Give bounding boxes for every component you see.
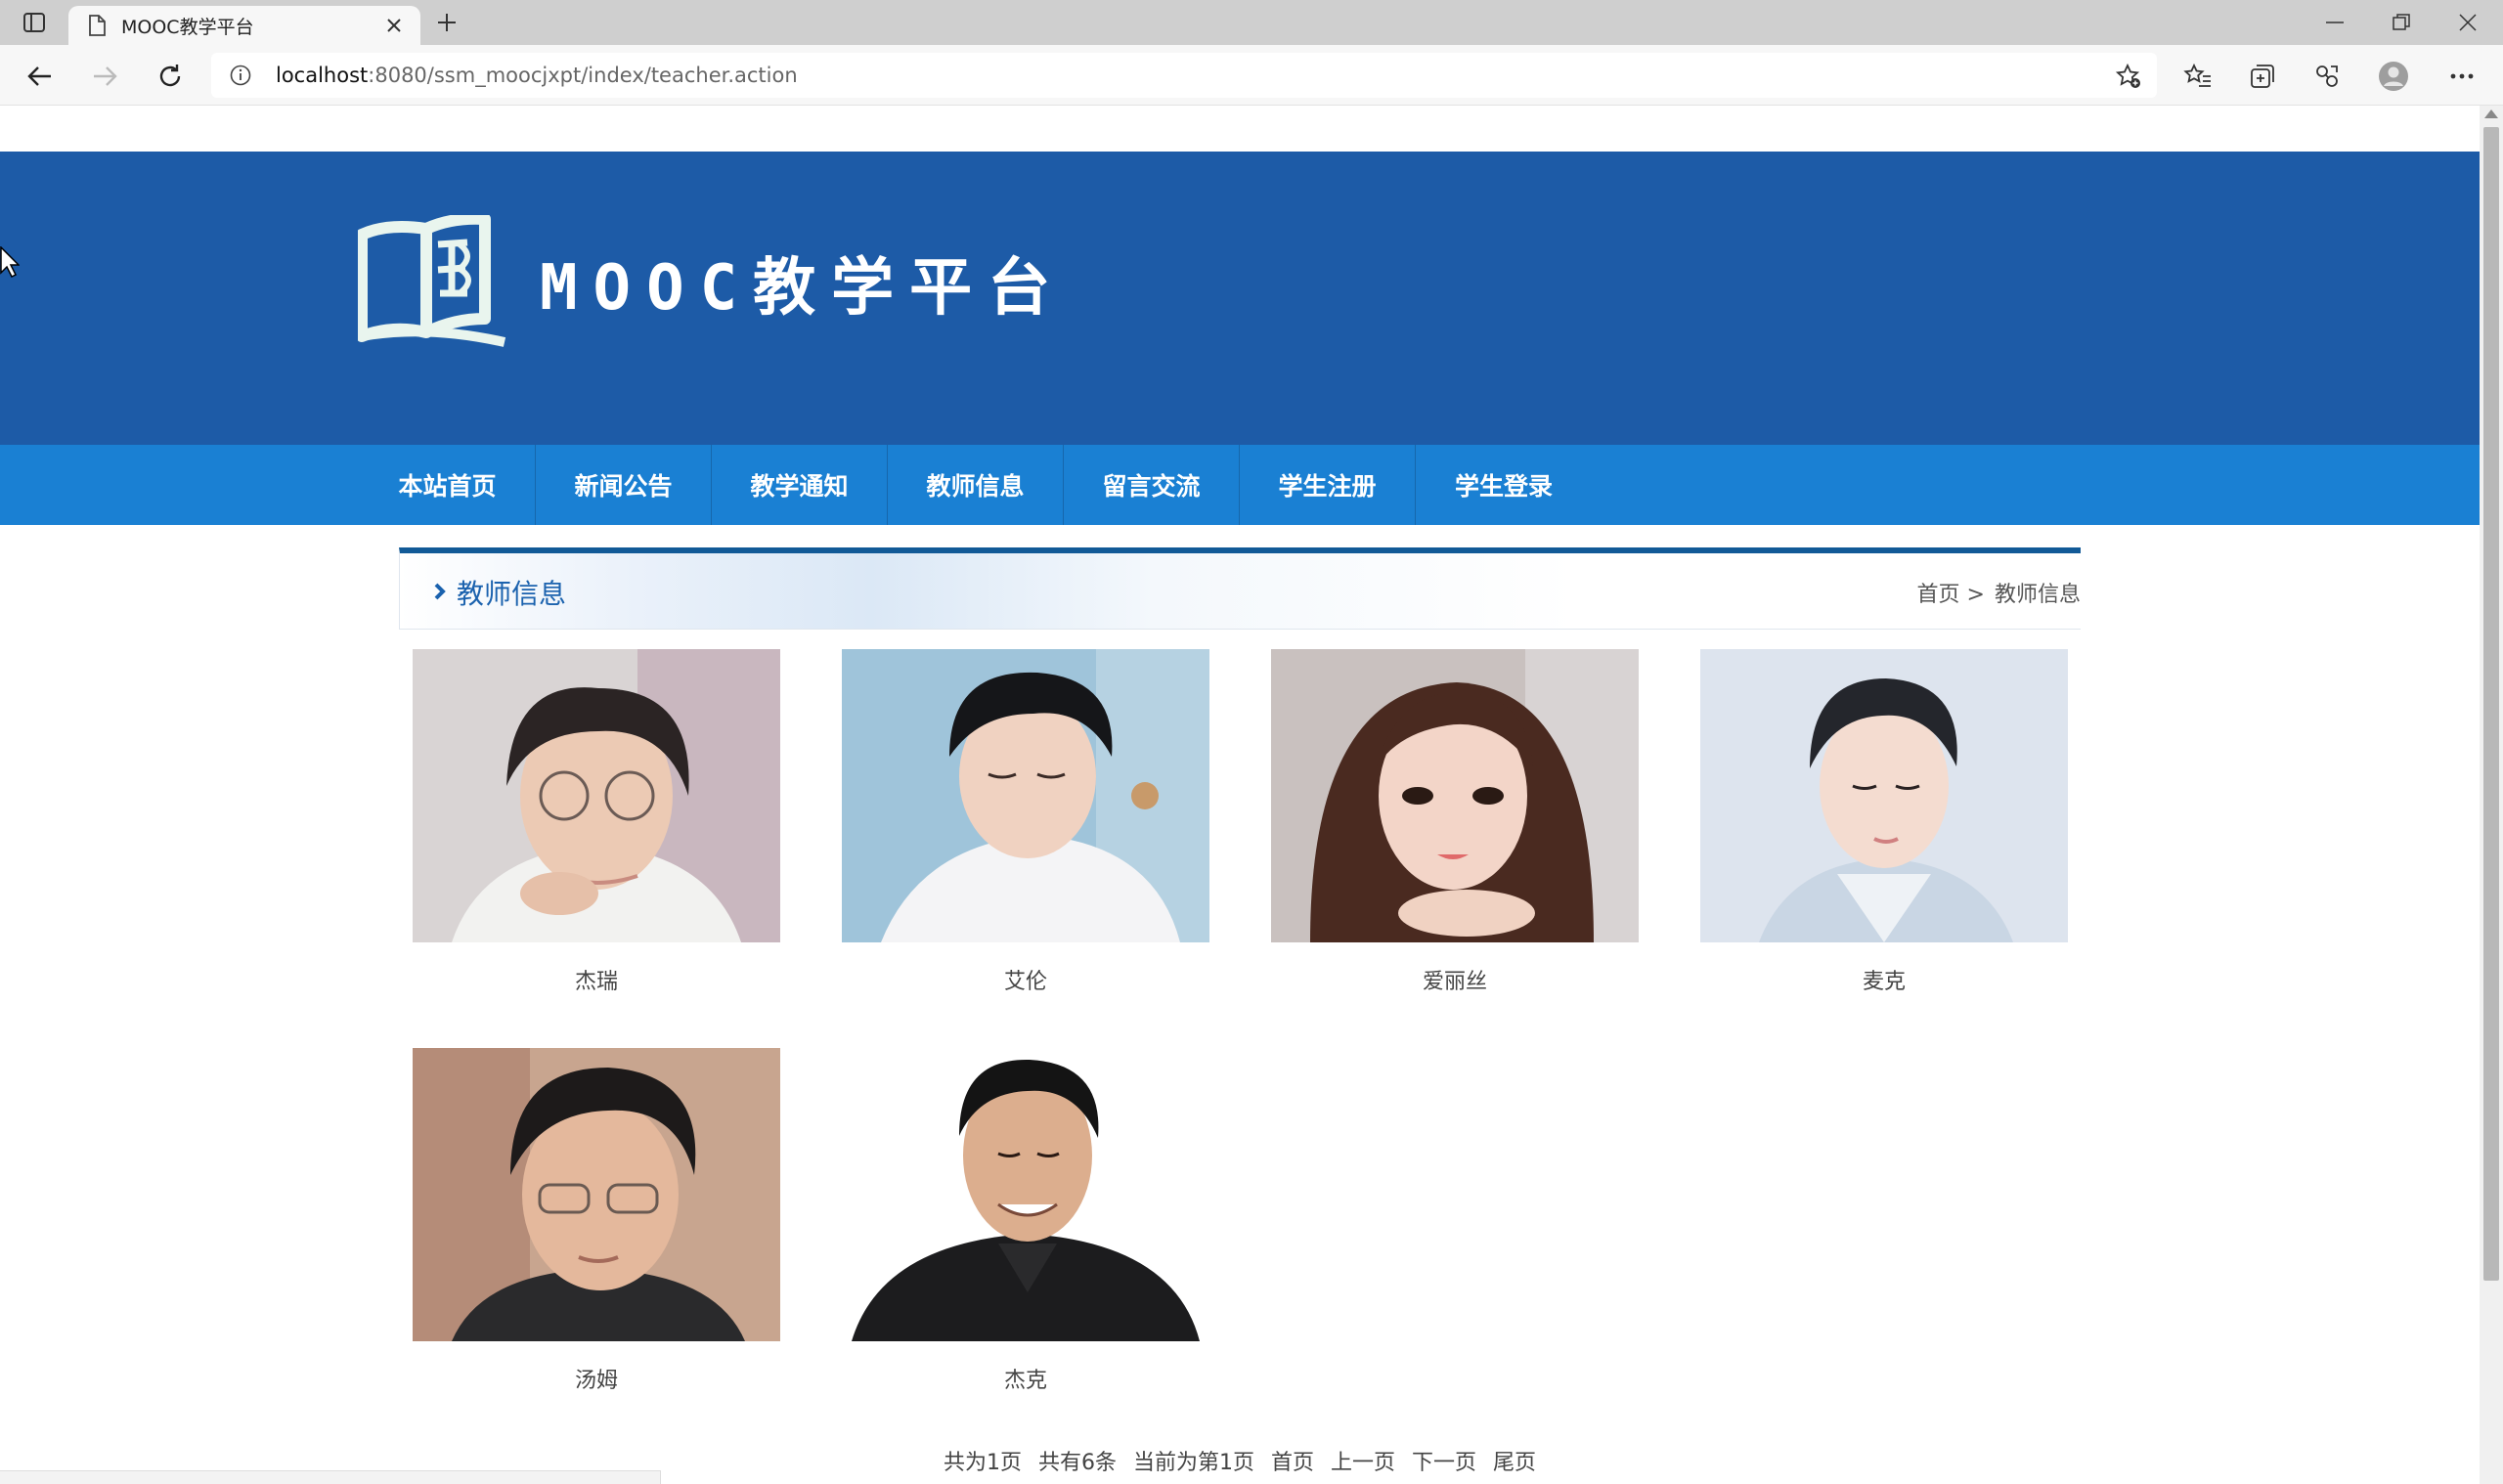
teacher-name[interactable]: 爱丽丝 [1271, 964, 1639, 995]
site-info-icon[interactable] [229, 64, 252, 87]
pager-total-records: 共有6条 [1037, 1451, 1117, 1475]
teacher-card[interactable]: 麦克 [1700, 649, 2068, 995]
teacher-name[interactable]: 艾伦 [842, 964, 1209, 995]
page-icon [86, 13, 108, 38]
teacher-photo[interactable] [413, 649, 780, 942]
page-viewport: MOOC教学平台 本站首页 新闻公告 教学通知 教师信息 留言交流 学生注册 学… [0, 106, 2480, 1484]
section-header: 教师信息 首页 > 教师信息 [399, 547, 2081, 630]
teacher-card[interactable]: 杰瑞 [413, 649, 780, 995]
minimize-icon[interactable] [2305, 6, 2364, 39]
teacher-card[interactable]: 杰克 [842, 1048, 1209, 1394]
tab-actions-icon[interactable] [20, 10, 49, 35]
restore-icon[interactable] [2372, 6, 2431, 39]
pager-last-link[interactable]: 尾页 [1493, 1451, 1536, 1475]
nav-messages[interactable]: 留言交流 [1064, 445, 1240, 525]
teacher-photo[interactable] [842, 1048, 1209, 1341]
tab-title: MOOC教学平台 [121, 16, 254, 38]
extensions-icon[interactable] [2309, 59, 2345, 94]
book-logo-icon [356, 212, 514, 347]
teacher-photo[interactable] [1700, 649, 2068, 942]
mouse-cursor-icon [0, 245, 21, 279]
collections-icon[interactable] [2245, 59, 2280, 94]
breadcrumb: 首页 > 教师信息 [1908, 577, 2081, 608]
pager-total-pages: 共为1页 [943, 1451, 1022, 1475]
teacher-name[interactable]: 杰克 [842, 1363, 1209, 1394]
browser-tab-bar: MOOC教学平台 [0, 0, 2503, 45]
main-nav: 本站首页 新闻公告 教学通知 教师信息 留言交流 学生注册 学生登录 [0, 445, 2480, 525]
url-host: localhost [276, 64, 369, 87]
section-title: 教师信息 [457, 578, 567, 610]
scrollbar-thumb[interactable] [2483, 127, 2499, 1281]
scroll-up-icon[interactable] [2484, 109, 2498, 118]
nav-home[interactable]: 本站首页 [360, 445, 536, 525]
pager-current: 当前为第1页 [1132, 1451, 1254, 1475]
nav-teachers[interactable]: 教师信息 [888, 445, 1064, 525]
teacher-name[interactable]: 汤姆 [413, 1363, 780, 1394]
top-strip [0, 106, 2480, 152]
breadcrumb-home[interactable]: 首页 > [1917, 583, 1985, 607]
teacher-photo[interactable] [842, 649, 1209, 942]
breadcrumb-current: 教师信息 [1994, 583, 2081, 607]
teacher-card[interactable]: 爱丽丝 [1271, 649, 1639, 995]
status-bar [0, 1470, 661, 1484]
vertical-scrollbar[interactable] [2480, 106, 2503, 1484]
back-icon[interactable] [22, 59, 57, 94]
new-tab-button[interactable] [430, 8, 463, 37]
teacher-card[interactable]: 汤姆 [413, 1048, 780, 1394]
pager-next-link[interactable]: 下一页 [1412, 1451, 1476, 1475]
pager-prev-link[interactable]: 上一页 [1331, 1451, 1395, 1475]
chevron-right-icon [429, 578, 451, 605]
url-text[interactable]: localhost:8080/ssm_moocjxpt/index/teache… [276, 64, 798, 87]
teacher-photo[interactable] [413, 1048, 780, 1341]
reload-icon[interactable] [153, 59, 188, 94]
teacher-name[interactable]: 杰瑞 [413, 964, 780, 995]
teacher-card[interactable]: 艾伦 [842, 649, 1209, 995]
site-title: MOOC教学平台 [540, 252, 1067, 325]
teacher-name[interactable]: 麦克 [1700, 964, 2068, 995]
browser-toolbar: localhost:8080/ssm_moocjxpt/index/teache… [0, 45, 2503, 106]
more-menu-icon[interactable] [2444, 59, 2480, 94]
pager-first-link[interactable]: 首页 [1271, 1451, 1314, 1475]
browser-tab[interactable]: MOOC教学平台 [68, 6, 420, 45]
profile-avatar-icon[interactable] [2376, 59, 2411, 94]
nav-student-login[interactable]: 学生登录 [1416, 445, 1592, 525]
nav-student-register[interactable]: 学生注册 [1240, 445, 1416, 525]
nav-notices[interactable]: 教学通知 [712, 445, 888, 525]
nav-news[interactable]: 新闻公告 [536, 445, 712, 525]
url-path: :8080/ssm_moocjxpt/index/teacher.action [368, 64, 798, 87]
forward-icon[interactable] [88, 59, 123, 94]
address-bar[interactable]: localhost:8080/ssm_moocjxpt/index/teache… [211, 53, 2157, 98]
favorites-icon[interactable] [2180, 59, 2216, 94]
add-favorite-icon[interactable] [2114, 62, 2143, 91]
teacher-photo[interactable] [1271, 649, 1639, 942]
close-window-icon[interactable] [2438, 6, 2497, 39]
close-tab-icon[interactable] [381, 13, 407, 38]
